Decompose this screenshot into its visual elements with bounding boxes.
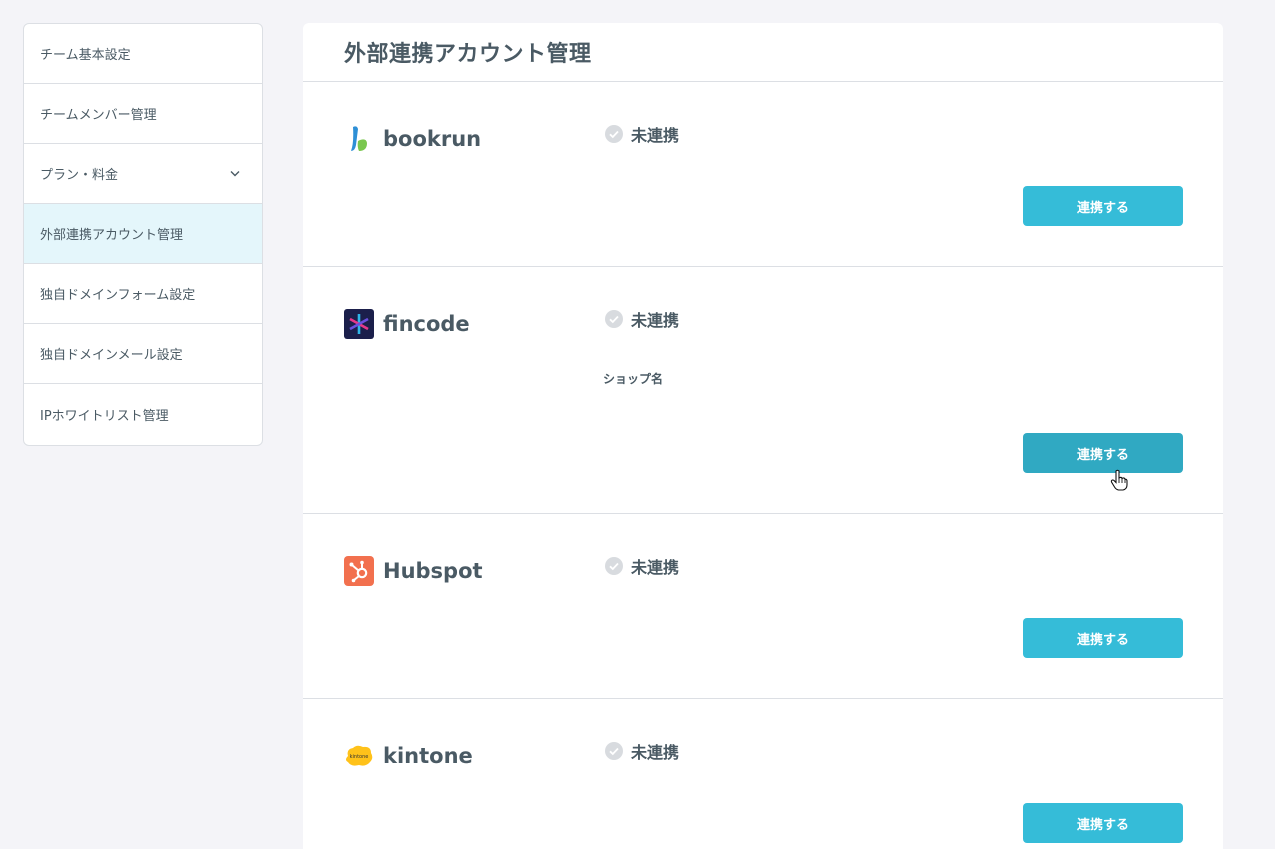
sidebar-item-label: 独自ドメインメール設定 [40, 348, 183, 363]
connection-status: 未連携 [605, 555, 679, 577]
svg-text:kintone: kintone [350, 754, 369, 760]
sidebar-item-label: プラン・料金 [40, 168, 119, 183]
status-text: 未連携 [631, 743, 680, 762]
connection-status: 未連携 [605, 308, 679, 330]
integration-card-kintone: kintone kintone 未連携 連携する [303, 699, 1223, 849]
sidebar-item-label: チームメンバー管理 [40, 108, 157, 123]
settings-sidebar: チーム基本設定 チームメンバー管理 プラン・料金 外部連携アカウント管理 独自ド… [23, 23, 263, 446]
sidebar-item-label: 外部連携アカウント管理 [40, 228, 184, 243]
status-text: 未連携 [631, 558, 680, 577]
sidebar-item-custom-domain-form[interactable]: 独自ドメインフォーム設定 [24, 264, 262, 324]
connect-button-kintone[interactable]: 連携する [1023, 803, 1183, 843]
brand-name: fincode [383, 312, 470, 336]
fincode-logo-icon [344, 309, 374, 339]
sidebar-item-external-accounts[interactable]: 外部連携アカウント管理 [24, 204, 262, 264]
connection-status: 未連携 [605, 123, 679, 145]
sidebar-item-custom-domain-mail[interactable]: 独自ドメインメール設定 [24, 324, 262, 384]
integration-card-bookrun: bookrun 未連携 連携する [303, 82, 1223, 267]
connect-button-fincode[interactable]: 連携する [1023, 433, 1183, 473]
connection-status: 未連携 [605, 740, 679, 762]
hubspot-logo-icon [344, 556, 374, 586]
brand-hubspot: Hubspot [344, 555, 483, 587]
status-text: 未連携 [631, 311, 680, 330]
sidebar-item-team-basic[interactable]: チーム基本設定 [24, 24, 262, 84]
brand-fincode: fincode [344, 308, 470, 340]
brand-kintone: kintone kintone [344, 740, 473, 772]
brand-name: bookrun [383, 127, 482, 151]
brand-bookrun: bookrun [344, 123, 481, 155]
sidebar-item-plan-pricing[interactable]: プラン・料金 [24, 144, 262, 204]
connect-button-bookrun[interactable]: 連携する [1023, 186, 1183, 226]
status-text: 未連携 [631, 126, 680, 145]
page-header: 外部連携アカウント管理 [303, 23, 1223, 82]
chevron-down-icon[interactable] [230, 169, 240, 179]
shop-name-label: ショップ名 [603, 372, 664, 386]
integration-card-hubspot: Hubspot 未連携 連携する [303, 514, 1223, 699]
page-title: 外部連携アカウント管理 [344, 42, 592, 67]
check-circle-icon [605, 557, 623, 575]
check-circle-icon [605, 125, 623, 143]
sidebar-item-label: チーム基本設定 [40, 48, 131, 63]
sidebar-item-ip-whitelist[interactable]: IPホワイトリスト管理 [24, 384, 262, 445]
check-circle-icon [605, 310, 623, 328]
sidebar-item-label: IPホワイトリスト管理 [40, 409, 169, 424]
kintone-logo-icon: kintone [344, 741, 374, 771]
bookrun-logo-icon [344, 124, 374, 154]
connect-button-hubspot[interactable]: 連携する [1023, 618, 1183, 658]
integration-card-fincode: fincode 未連携 ショップ名 連携する [303, 267, 1223, 514]
brand-name: kintone [383, 744, 473, 768]
main-panel: 外部連携アカウント管理 bookrun 未連携 連携する fincode 未連携… [303, 23, 1223, 849]
brand-name: Hubspot [383, 559, 483, 583]
sidebar-item-team-members[interactable]: チームメンバー管理 [24, 84, 262, 144]
sidebar-item-label: 独自ドメインフォーム設定 [40, 288, 196, 303]
check-circle-icon [605, 742, 623, 760]
